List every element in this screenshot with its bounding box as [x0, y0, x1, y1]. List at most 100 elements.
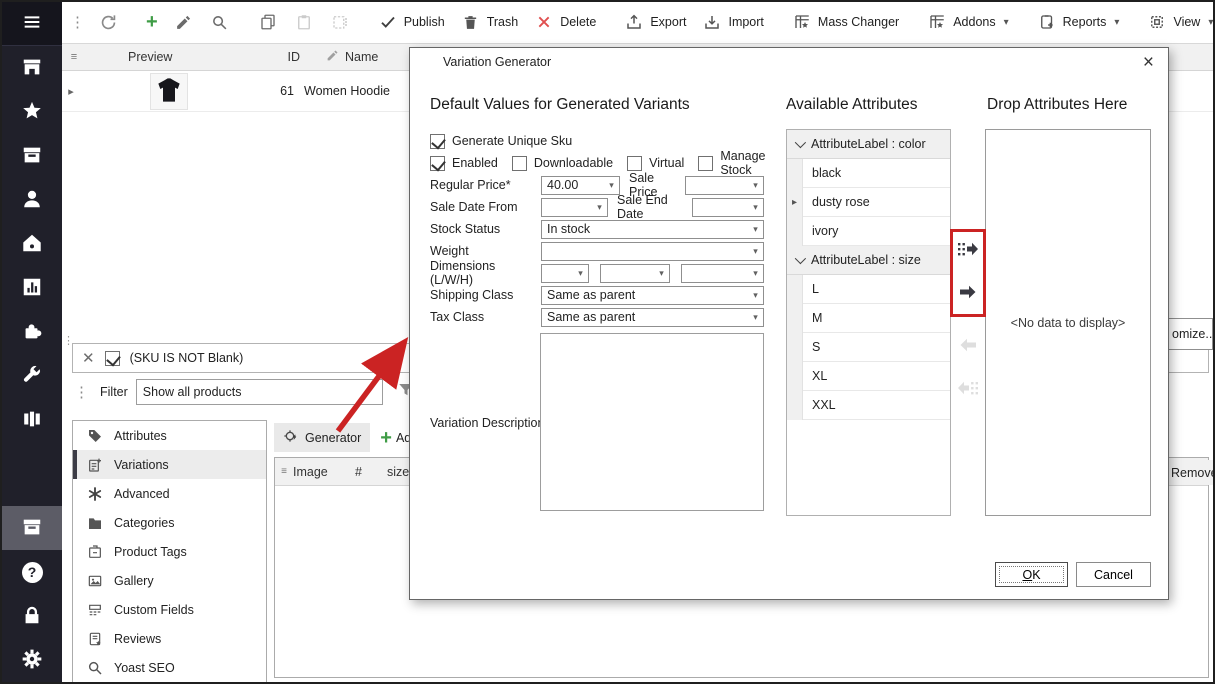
combo-caret-icon[interactable]: ▾: [748, 268, 763, 279]
sku-filter-checkbox[interactable]: [105, 351, 120, 366]
tab-categories[interactable]: Categories: [73, 508, 266, 537]
cancel-button[interactable]: Cancel: [1076, 562, 1151, 587]
clear-filter-icon[interactable]: ✕: [82, 349, 95, 367]
grid-menu-icon[interactable]: ≡: [62, 51, 86, 63]
tax-class-select[interactable]: Same as parent▾: [541, 308, 764, 327]
downloadable-checkbox[interactable]: [512, 156, 527, 171]
dimension-width-select[interactable]: ▾: [600, 264, 670, 283]
mass-changer-button[interactable]: Mass Changer: [786, 8, 905, 36]
move-all-left-button[interactable]: [955, 375, 981, 401]
ok-button[interactable]: OK: [995, 562, 1068, 587]
grid-menu-icon[interactable]: ≡: [275, 466, 293, 477]
combo-caret-icon[interactable]: ▾: [748, 180, 763, 191]
combo-caret-icon[interactable]: ▾: [573, 268, 588, 279]
sidebar-item-tools[interactable]: [2, 354, 62, 398]
column-header-size[interactable]: size: [381, 465, 409, 479]
close-icon[interactable]: ×: [1137, 53, 1160, 72]
shipping-class-select[interactable]: Same as parent▾: [541, 286, 764, 305]
virtual-checkbox[interactable]: [627, 156, 642, 171]
tab-variations[interactable]: Variations: [73, 450, 266, 479]
combo-caret-icon[interactable]: ▾: [748, 246, 763, 257]
sidebar-item-security[interactable]: [2, 594, 62, 638]
enabled-checkbox[interactable]: [430, 156, 445, 171]
refresh-button[interactable]: [92, 8, 124, 36]
attribute-row[interactable]: XXL: [787, 391, 950, 420]
toolbar-overflow-handle[interactable]: ⋮: [68, 13, 88, 31]
column-header-image[interactable]: Image: [293, 465, 355, 479]
sidebar-item-plugins[interactable]: [2, 310, 62, 354]
customize-button-partial[interactable]: omize...: [1167, 318, 1213, 350]
combo-caret-icon[interactable]: ▾: [654, 268, 669, 279]
reports-button[interactable]: Reports▾: [1031, 8, 1126, 36]
copy-button[interactable]: [252, 8, 284, 36]
combo-caret-icon[interactable]: ▾: [604, 180, 619, 191]
stock-status-select[interactable]: In stock▾: [541, 220, 764, 239]
remove-button-partial[interactable]: Remove: [1166, 460, 1213, 485]
sale-price-select[interactable]: ▾: [685, 176, 764, 195]
sidebar-item-help[interactable]: ?: [2, 550, 62, 594]
sidebar-item-settings[interactable]: [2, 638, 62, 682]
regular-price-select[interactable]: 40.00▾: [541, 176, 620, 195]
attribute-group-color[interactable]: AttributeLabel : color: [787, 130, 950, 159]
sidebar-item-customers[interactable]: [2, 178, 62, 222]
combo-caret-icon[interactable]: ▾: [748, 290, 763, 301]
edit-button[interactable]: [168, 8, 200, 36]
import-button[interactable]: Import: [696, 8, 769, 36]
trash-button[interactable]: Trash: [455, 8, 525, 36]
dialog-titlebar[interactable]: W Variation Generator ×: [410, 48, 1168, 76]
attribute-row[interactable]: ivory: [787, 217, 950, 246]
move-all-right-button[interactable]: [955, 236, 981, 262]
filter-select-input[interactable]: [136, 379, 383, 405]
attribute-row[interactable]: L: [787, 275, 950, 304]
variation-description-textarea[interactable]: [540, 333, 764, 511]
sale-end-date-select[interactable]: ▾: [692, 198, 764, 217]
publish-button[interactable]: Publish: [372, 8, 451, 36]
attribute-row[interactable]: ▸dusty rose: [787, 188, 950, 217]
search-button[interactable]: [204, 8, 236, 36]
sale-date-from-select[interactable]: ▾: [541, 198, 608, 217]
move-left-button[interactable]: [955, 332, 981, 358]
addons-button[interactable]: Addons▾: [921, 8, 1014, 36]
attribute-group-size[interactable]: AttributeLabel : size: [787, 246, 950, 275]
generate-unique-sku-checkbox[interactable]: [430, 134, 445, 149]
column-header-id[interactable]: ID: [246, 50, 300, 64]
attribute-row[interactable]: XL: [787, 362, 950, 391]
combo-caret-icon[interactable]: ▾: [748, 224, 763, 235]
sidebar-item-products-active[interactable]: [2, 506, 62, 550]
tab-custom-fields[interactable]: Custom Fields: [73, 595, 266, 624]
export-button[interactable]: Export: [618, 8, 692, 36]
tab-gallery[interactable]: Gallery: [73, 566, 266, 595]
sidebar-item-orders[interactable]: [2, 134, 62, 178]
combo-caret-icon[interactable]: ▾: [748, 312, 763, 323]
sidebar-item-favorites[interactable]: [2, 90, 62, 134]
sidebar-item-reports[interactable]: [2, 266, 62, 310]
tab-yoast-seo[interactable]: Yoast SEO: [73, 653, 266, 682]
delete-button[interactable]: Delete: [528, 8, 602, 36]
dimension-height-select[interactable]: ▾: [681, 264, 764, 283]
column-header-number[interactable]: #: [355, 465, 381, 479]
menu-toggle-button[interactable]: [2, 2, 62, 46]
move-right-button[interactable]: [955, 279, 981, 305]
sidebar-item-store[interactable]: [2, 46, 62, 90]
weight-select[interactable]: ▾: [541, 242, 764, 261]
paste-button[interactable]: [288, 8, 320, 36]
tab-product-tags[interactable]: Product Tags: [73, 537, 266, 566]
manage-stock-checkbox[interactable]: [698, 156, 713, 171]
tab-reviews[interactable]: Reviews: [73, 624, 266, 653]
sidebar-item-layout[interactable]: [2, 398, 62, 442]
column-header-name[interactable]: Name: [300, 49, 378, 65]
filter-drag-handle[interactable]: ⋮: [72, 383, 92, 401]
tab-attributes[interactable]: Attributes: [73, 421, 266, 450]
combo-caret-icon[interactable]: ▾: [592, 202, 607, 213]
row-expander-icon[interactable]: ▸: [62, 85, 80, 98]
column-header-preview[interactable]: Preview: [86, 50, 246, 64]
paste-special-button[interactable]: [324, 8, 356, 36]
drop-attributes-panel[interactable]: <No data to display>: [985, 129, 1151, 516]
sidebar-item-shop[interactable]: [2, 222, 62, 266]
attribute-row[interactable]: black: [787, 159, 950, 188]
combo-caret-icon[interactable]: ▾: [748, 202, 763, 213]
generator-button[interactable]: Generator: [274, 423, 370, 452]
attribute-row[interactable]: M: [787, 304, 950, 333]
add-record-button[interactable]: +: [140, 9, 164, 35]
attribute-row[interactable]: S: [787, 333, 950, 362]
